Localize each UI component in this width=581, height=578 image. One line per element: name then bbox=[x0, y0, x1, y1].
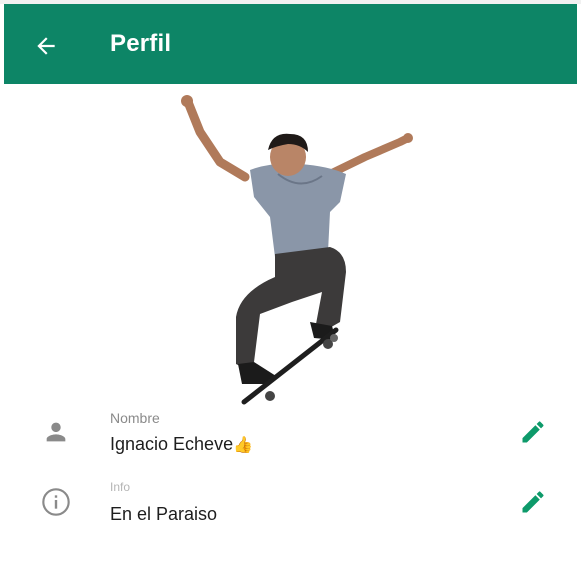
profile-photo[interactable] bbox=[150, 92, 440, 412]
info-label: Info bbox=[110, 480, 131, 494]
person-icon bbox=[38, 414, 74, 450]
info-value: En el Paraiso bbox=[110, 504, 218, 524]
toolbar: Perfil bbox=[4, 4, 577, 84]
page-title: Perfil bbox=[110, 30, 172, 57]
name-row: Nombre Ignacio Echeve👍 bbox=[0, 404, 581, 470]
back-button[interactable] bbox=[22, 22, 70, 70]
name-text: Ignacio Echeve bbox=[110, 434, 234, 454]
arrow-left-icon bbox=[37, 37, 55, 55]
name-value: Ignacio Echeve👍 bbox=[110, 434, 253, 455]
pencil-icon bbox=[522, 421, 544, 443]
pencil-icon bbox=[522, 491, 544, 513]
thumbs-up-emoji: 👍 bbox=[233, 437, 254, 454]
profile-screen: Perfil Nombre Ignacio Echeve👍 Info En el… bbox=[0, 0, 581, 578]
info-row: Info En el Paraiso bbox=[0, 474, 581, 540]
edit-name-button[interactable] bbox=[516, 415, 550, 449]
edit-info-button[interactable] bbox=[516, 485, 550, 519]
name-label: Nombre bbox=[110, 410, 160, 426]
info-icon bbox=[38, 484, 74, 520]
